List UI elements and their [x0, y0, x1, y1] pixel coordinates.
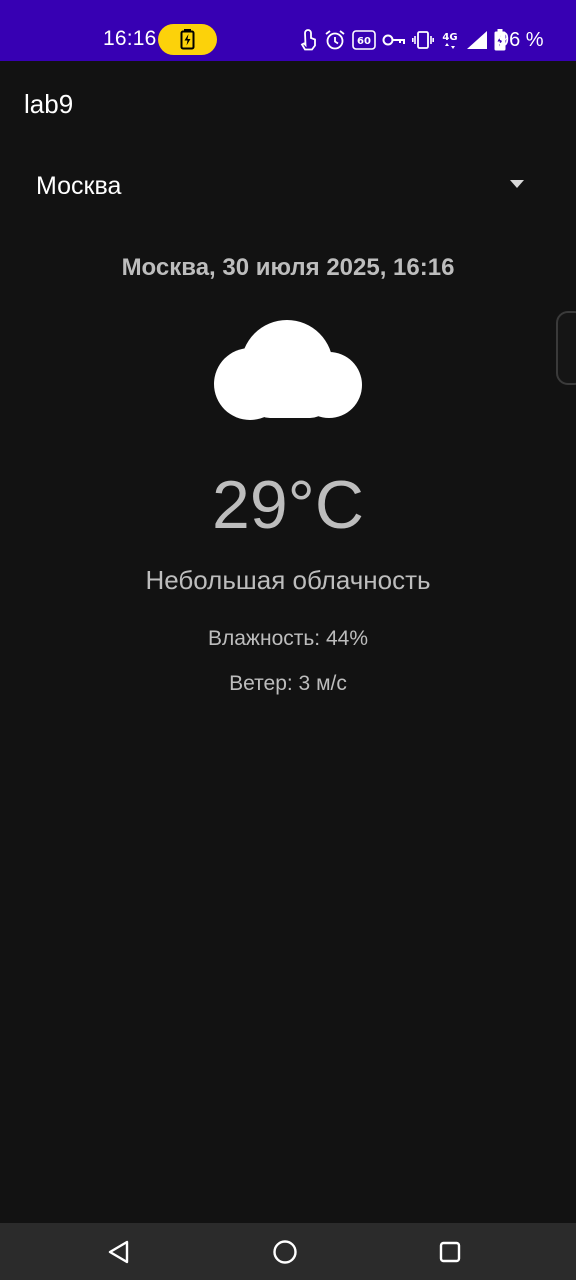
battery-charging-pill — [158, 24, 217, 55]
60hz-icon: 60 — [352, 30, 376, 50]
edge-panel-handle[interactable] — [556, 311, 576, 385]
battery-charging-icon — [180, 29, 195, 50]
4g-icon: 4G — [442, 32, 458, 49]
recents-icon[interactable] — [435, 1237, 465, 1267]
wind-speed: Ветер: 3 м/с — [229, 672, 347, 695]
humidity: Влажность: 44% — [207, 627, 369, 650]
city-dropdown-value: Москва — [36, 172, 122, 200]
touch-icon — [300, 29, 316, 51]
battery-percent: 96 % — [498, 29, 544, 51]
home-icon[interactable] — [270, 1237, 300, 1267]
cloud-icon — [214, 320, 362, 420]
app-title: lab9 — [24, 89, 74, 119]
svg-text:4G: 4G — [442, 32, 457, 43]
status-icons: 60 4G — [298, 28, 506, 52]
location-date-time: Москва, 30 июля 2025, 16:16 — [121, 254, 455, 281]
status-bar: 16:16 60 4G 96 % — [0, 0, 576, 61]
key-icon — [382, 34, 405, 46]
alarm-icon — [325, 30, 345, 50]
dropdown-arrow-icon — [510, 180, 524, 188]
signal-icon — [467, 31, 487, 49]
vibrate-icon — [412, 31, 434, 49]
navigation-bar — [0, 1223, 576, 1280]
city-dropdown[interactable]: Москва — [18, 158, 538, 214]
temperature: 29°C — [212, 467, 364, 543]
weather-description: Небольшая облачность — [145, 565, 431, 595]
back-icon[interactable] — [104, 1237, 134, 1267]
status-time: 16:16 — [103, 27, 157, 50]
svg-text:60: 60 — [357, 36, 371, 47]
